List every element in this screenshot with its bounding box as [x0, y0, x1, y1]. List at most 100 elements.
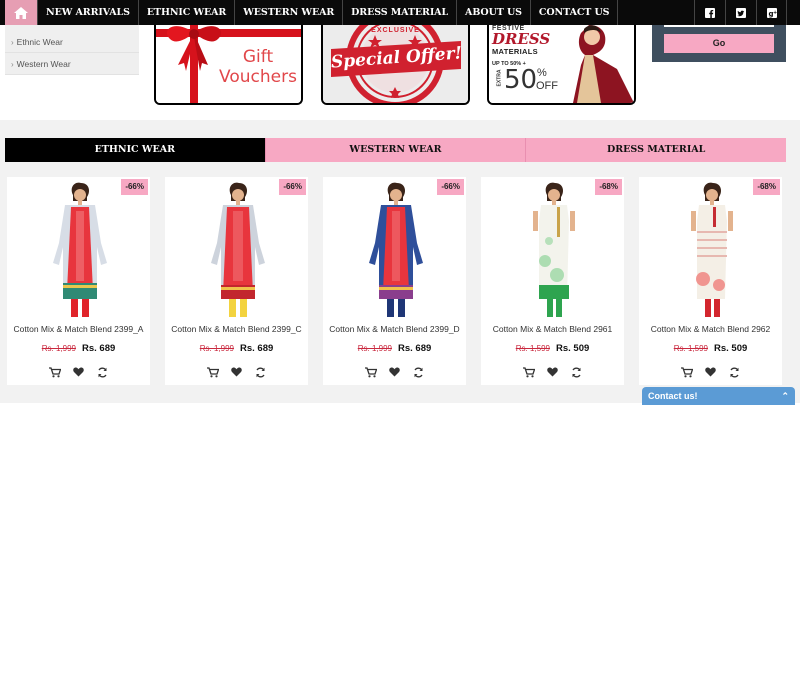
- refresh-icon: [256, 367, 265, 377]
- add-to-wishlist-button[interactable]: [546, 365, 560, 379]
- product-card[interactable]: -66% Cotton Mix & Match Blend 2399_C Rs.…: [165, 177, 308, 385]
- old-price: Rs. 1,599: [673, 344, 708, 353]
- discount-badge: -66%: [121, 179, 148, 195]
- nav-dress-material[interactable]: DRESS MATERIAL: [343, 0, 458, 25]
- materials-label: MATERIALS: [492, 47, 538, 56]
- product-name[interactable]: Cotton Mix & Match Blend 2399_A: [7, 324, 150, 334]
- newsletter-email-field[interactable]: [664, 25, 774, 27]
- product-card[interactable]: -68% Cotton Mix & Match Blend 2962 Rs. 1…: [639, 177, 782, 385]
- price-row: Rs. 1,999 Rs. 689: [323, 343, 466, 354]
- discount-badge: -66%: [437, 179, 464, 195]
- add-to-cart-button[interactable]: [364, 365, 378, 379]
- facebook-link[interactable]: [694, 0, 725, 25]
- compare-button[interactable]: [96, 365, 110, 379]
- add-to-cart-button[interactable]: [522, 365, 536, 379]
- add-to-cart-button[interactable]: [48, 365, 62, 379]
- sidebar-item-label: Western Wear: [16, 59, 71, 69]
- refresh-icon: [730, 367, 739, 377]
- chevron-right-icon: ›: [11, 60, 14, 69]
- product-actions: [7, 365, 150, 379]
- percent-label: %: [537, 67, 547, 79]
- product-card[interactable]: -66% Cotton Mix & Match Blend 2399_D Rs.…: [323, 177, 466, 385]
- twitter-link[interactable]: [725, 0, 756, 25]
- top-navigation: NEW ARRIVALS ETHNIC WEAR WESTERN WEAR DR…: [0, 0, 800, 25]
- gift-vouchers-banner[interactable]: Gift Vouchers: [154, 25, 303, 105]
- compare-button[interactable]: [254, 365, 268, 379]
- product-image[interactable]: [193, 181, 281, 321]
- nav-about-us[interactable]: ABOUT US: [457, 0, 531, 25]
- newsletter-go-button[interactable]: Go: [664, 34, 774, 53]
- gift-banner-line1: Gift: [242, 47, 274, 67]
- sidebar-item-label: Ethnic Wear: [16, 37, 63, 47]
- sale-price: Rs. 689: [397, 343, 432, 354]
- refresh-icon: [572, 367, 581, 377]
- product-image[interactable]: [35, 181, 123, 321]
- discount-badge: -66%: [279, 179, 306, 195]
- contact-us-widget[interactable]: Contact us! ⌃: [642, 387, 795, 405]
- cart-icon: [522, 366, 535, 377]
- tab-western-wear[interactable]: WESTERN WEAR: [264, 138, 526, 162]
- sale-price: Rs. 509: [713, 343, 748, 354]
- twitter-icon: [736, 7, 746, 18]
- newsletter-box: Go: [652, 25, 786, 62]
- refresh-icon: [414, 367, 423, 377]
- compare-button[interactable]: [412, 365, 426, 379]
- svg-text:+: +: [773, 10, 777, 16]
- product-actions: [481, 365, 624, 379]
- category-sidebar: › Ethnic Wear › Western Wear: [5, 25, 139, 75]
- product-card[interactable]: -66% Cotton Mix & Match Blend 2399_A Rs.…: [7, 177, 150, 385]
- product-actions: [323, 365, 466, 379]
- discount-badge: -68%: [753, 179, 780, 195]
- gift-banner-line2: Vouchers: [219, 67, 297, 87]
- sale-price: Rs. 689: [81, 343, 116, 354]
- add-to-cart-button[interactable]: [206, 365, 220, 379]
- product-image[interactable]: [509, 181, 597, 321]
- product-actions: [165, 365, 308, 379]
- main-menu: NEW ARRIVALS ETHNIC WEAR WESTERN WEAR DR…: [37, 0, 619, 25]
- extra-label: EXTRA: [496, 69, 503, 87]
- sidebar-item-ethnic-wear[interactable]: › Ethnic Wear: [5, 31, 139, 53]
- facebook-icon: [705, 7, 715, 18]
- product-name[interactable]: Cotton Mix & Match Blend 2399_C: [165, 324, 308, 334]
- special-offer-banner[interactable]: Special Offer! EXCLUSIVE: [321, 25, 470, 105]
- home-button[interactable]: [5, 0, 37, 25]
- old-price: Rs. 1,999: [199, 344, 234, 353]
- product-actions: [639, 365, 782, 379]
- add-to-wishlist-button[interactable]: [230, 365, 244, 379]
- product-name[interactable]: Cotton Mix & Match Blend 2399_D: [323, 324, 466, 334]
- heart-icon: [389, 367, 400, 377]
- add-to-wishlist-button[interactable]: [704, 365, 718, 379]
- cart-icon: [680, 366, 693, 377]
- compare-button[interactable]: [728, 365, 742, 379]
- product-name[interactable]: Cotton Mix & Match Blend 2961: [481, 324, 624, 334]
- festive-dress-materials-banner[interactable]: FESTIVE DRESS MATERIALS UP TO 50% + 50 E…: [487, 25, 636, 105]
- old-price: Rs. 1,599: [515, 344, 550, 353]
- nav-western-wear[interactable]: WESTERN WEAR: [235, 0, 344, 25]
- tab-ethnic-wear[interactable]: ETHNIC WEAR: [5, 138, 265, 162]
- add-to-wishlist-button[interactable]: [388, 365, 402, 379]
- cart-icon: [206, 366, 219, 377]
- old-price: Rs. 1,999: [357, 344, 392, 353]
- chevron-right-icon: ›: [11, 38, 14, 47]
- refresh-icon: [98, 367, 107, 377]
- google-plus-link[interactable]: g +: [756, 0, 787, 25]
- tab-dress-material[interactable]: DRESS MATERIAL: [525, 138, 787, 162]
- heart-icon: [231, 367, 242, 377]
- sidebar-item-western-wear[interactable]: › Western Wear: [5, 53, 139, 75]
- add-to-wishlist-button[interactable]: [72, 365, 86, 379]
- nav-ethnic-wear[interactable]: ETHNIC WEAR: [139, 0, 236, 25]
- product-image[interactable]: [351, 181, 439, 321]
- compare-button[interactable]: [570, 365, 584, 379]
- nav-new-arrivals[interactable]: NEW ARRIVALS: [37, 0, 139, 25]
- chevron-up-icon: ⌃: [781, 391, 789, 401]
- cart-icon: [48, 366, 61, 377]
- off-label: OFF: [536, 80, 558, 92]
- sale-price: Rs. 509: [555, 343, 590, 354]
- product-image[interactable]: [667, 181, 755, 321]
- add-to-cart-button[interactable]: [680, 365, 694, 379]
- product-name[interactable]: Cotton Mix & Match Blend 2962: [639, 324, 782, 334]
- product-card[interactable]: -68% Cotton Mix & Match Blend 2961 Rs. 1…: [481, 177, 624, 385]
- contact-us-label: Contact us!: [648, 391, 698, 401]
- discount-badge: -68%: [595, 179, 622, 195]
- nav-contact-us[interactable]: CONTACT US: [531, 0, 619, 25]
